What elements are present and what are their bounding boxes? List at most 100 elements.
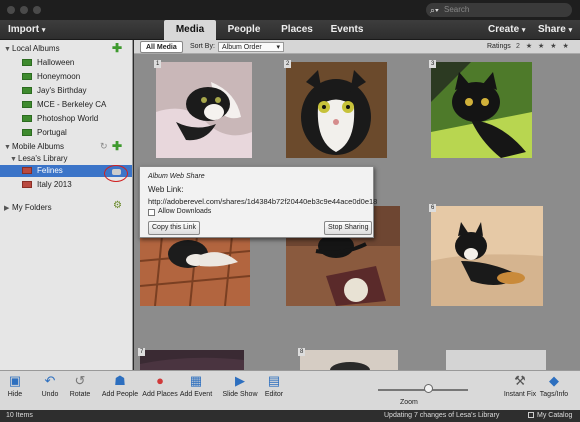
album-item[interactable]: Italy 2013 — [22, 179, 72, 191]
share-menu[interactable]: Share ▾ — [538, 20, 572, 41]
zoom-slider-handle[interactable] — [424, 384, 433, 393]
media-thumbnail[interactable]: 7 — [138, 348, 244, 370]
thumbnail-number: 3 — [429, 60, 437, 68]
share-label: Share — [538, 24, 566, 35]
catalog-icon — [528, 412, 534, 418]
mobile-albums-header[interactable]: ▼Mobile Albums — [4, 142, 64, 151]
play-icon: ▶ — [235, 373, 245, 388]
media-thumbnail[interactable]: 1 — [154, 60, 252, 158]
album-label: Photoshop World — [37, 114, 99, 123]
zoom-window-button[interactable] — [33, 6, 41, 14]
media-thumbnail[interactable] — [446, 350, 546, 370]
search-icon: ⌕▾ — [430, 5, 439, 15]
status-bar: 10 Items Updating 7 changes of Lesa's Li… — [0, 410, 580, 422]
album-item[interactable]: Photoshop World — [22, 113, 98, 125]
close-window-button[interactable] — [7, 6, 15, 14]
album-web-share-popup: Album Web Share Web Link: http://adobere… — [139, 166, 377, 238]
map-pin-icon: ● — [156, 373, 164, 388]
media-thumbnail[interactable]: 3 — [429, 60, 532, 158]
my-folders-header[interactable]: ▶ My Folders — [4, 203, 52, 212]
tags-info-label: Tags/Info — [539, 391, 569, 398]
editor-button[interactable]: ▤ Editor — [250, 373, 298, 398]
add-people-label: Add People — [101, 391, 139, 398]
album-item[interactable]: Halloween — [22, 57, 74, 69]
tab-people[interactable]: People — [218, 20, 270, 40]
disclosure-triangle-icon: ▼ — [10, 156, 17, 163]
thumbnail-number: 2 — [284, 60, 292, 68]
album-item[interactable]: Honeymoon — [22, 71, 80, 83]
chevron-down-icon: ▾ — [41, 27, 46, 34]
thumbnail-number: 6 — [429, 204, 437, 212]
thumbnail-number: 8 — [298, 348, 306, 356]
add-event-button[interactable]: ▦ Add Event — [172, 373, 220, 398]
allow-downloads-checkbox[interactable] — [148, 209, 155, 216]
allow-downloads-label: Allow Downloads — [158, 208, 212, 215]
search-input[interactable]: ⌕▾ Search — [426, 3, 572, 17]
album-icon — [22, 101, 32, 109]
sort-select[interactable]: Album Order ▾ — [218, 42, 284, 52]
media-thumbnail[interactable]: 6 — [429, 204, 543, 306]
cat-photo — [431, 62, 532, 158]
person-icon: ☗ — [114, 373, 126, 388]
bottom-toolbar: ▣ Hide ↶ Undo ↺ Rotate ☗ Add People ● Add Pla… — [0, 370, 580, 410]
add-mobile-album-icon[interactable]: ✚ — [112, 139, 122, 153]
mobile-albums-title: Mobile Albums — [12, 142, 65, 151]
album-label: Felines — [37, 166, 63, 175]
album-item[interactable]: Portugal — [22, 127, 67, 139]
cat-photo — [431, 206, 543, 306]
wand-icon: ⚒ — [514, 373, 526, 388]
web-link-label: Web Link: — [148, 185, 184, 194]
create-menu[interactable]: Create ▾ — [488, 20, 525, 41]
catalog-name[interactable]: My Catalog — [537, 410, 572, 422]
stop-sharing-button[interactable]: Stop Sharing — [324, 221, 373, 235]
web-link-url[interactable]: http://adoberevel.com/shares/1d4384b72f2… — [148, 197, 377, 206]
library-header[interactable]: ▼Lesa's Library — [10, 154, 68, 163]
disclosure-triangle-icon: ▶ — [4, 205, 10, 212]
popup-title: Album Web Share — [148, 173, 205, 180]
sort-by-label: Sort By: — [190, 43, 215, 50]
chevron-down-icon: ▾ — [521, 27, 526, 34]
tag-icon: ◆ — [549, 373, 559, 388]
import-menu[interactable]: Import ▾ — [8, 20, 45, 41]
editor-icon: ▤ — [267, 373, 281, 388]
media-thumbnail[interactable]: 2 — [284, 60, 387, 158]
item-count: 10 Items — [6, 412, 33, 419]
album-icon — [22, 87, 32, 95]
album-item-felines[interactable]: Felines — [22, 165, 63, 177]
album-label: Italy 2013 — [37, 180, 72, 189]
folder-view-icon[interactable]: ⚙ — [113, 200, 122, 211]
sync-status: Updating 7 changes of Lesa's Library — [384, 412, 500, 419]
sort-value: Album Order — [222, 44, 262, 51]
panel-icon: ▣ — [8, 373, 22, 388]
album-item[interactable]: Jay's Birthday — [22, 85, 87, 97]
media-thumbnail[interactable]: 8 — [298, 348, 398, 370]
annotation-circle — [104, 165, 128, 182]
minimize-window-button[interactable] — [20, 6, 28, 14]
album-label: Halloween — [37, 58, 75, 67]
tab-events-label: Events — [330, 24, 364, 35]
tab-places-label: Places — [281, 24, 313, 35]
album-label: Honeymoon — [37, 72, 81, 81]
content-toolbar: All Media Sort By: Album Order ▾ Ratings … — [134, 40, 580, 64]
tags-info-button[interactable]: ◆ Tags/Info — [530, 373, 578, 398]
all-media-button[interactable]: All Media — [140, 41, 183, 53]
album-label: MCE - Berkeley CA — [37, 100, 107, 109]
zoom-slider[interactable] — [378, 389, 468, 391]
cat-photo — [300, 350, 398, 370]
cat-photo — [286, 62, 387, 158]
thumbnail-number: 1 — [154, 60, 162, 68]
album-icon — [22, 73, 32, 81]
tab-events[interactable]: Events — [324, 20, 370, 40]
copy-link-button[interactable]: Copy this Link — [148, 221, 200, 235]
local-albums-header[interactable]: ▼Local Albums — [4, 44, 60, 53]
album-icon — [22, 115, 32, 123]
rotate-label: Rotate — [69, 391, 91, 398]
chevron-down-icon: ▾ — [276, 44, 280, 51]
cat-photo — [446, 350, 546, 370]
editor-label: Editor — [264, 391, 284, 398]
zoom-label: Zoom — [400, 399, 418, 406]
tab-places[interactable]: Places — [272, 20, 322, 40]
tab-media[interactable]: Media — [164, 20, 216, 40]
album-item[interactable]: MCE - Berkeley CA — [22, 99, 106, 111]
add-album-icon[interactable]: ✚ — [112, 41, 122, 55]
